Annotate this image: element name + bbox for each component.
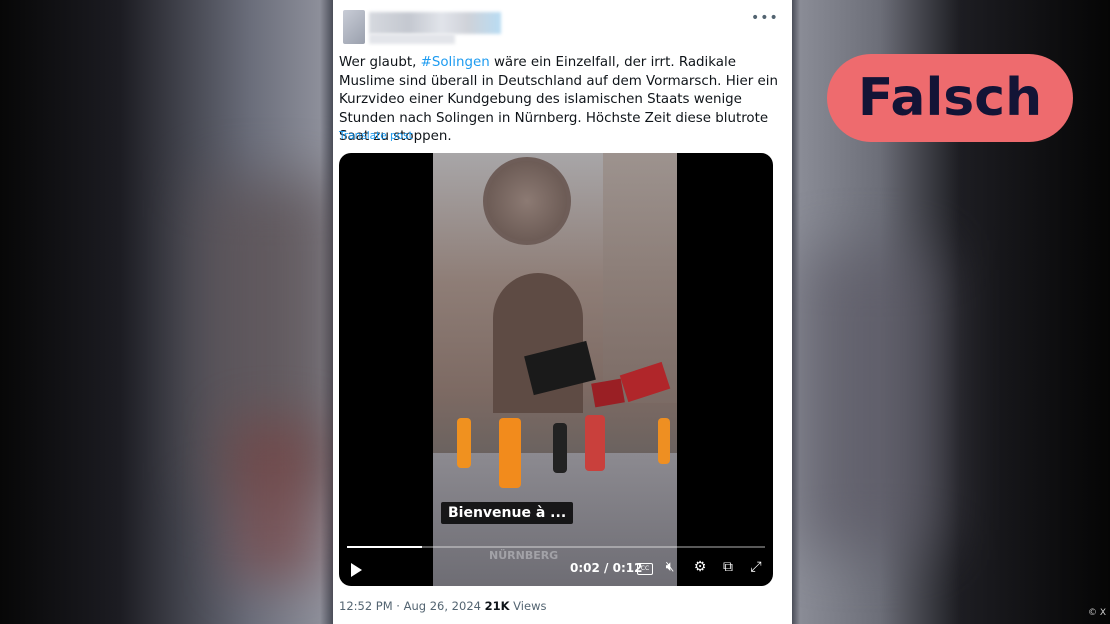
- author-name-redacted: [369, 12, 501, 34]
- author-handle-redacted: [369, 34, 455, 44]
- mute-icon[interactable]: 🔇︎: [661, 559, 679, 575]
- pip-icon[interactable]: ⧉: [719, 559, 737, 575]
- post-card: ••• Wer glaubt, #Solingen wäre ein Einze…: [333, 0, 792, 624]
- credit-label: © X: [1088, 608, 1107, 618]
- post-time[interactable]: 12:52 PM: [339, 599, 393, 613]
- post-meta: 12:52 PM · Aug 26, 2024 21K Views: [339, 599, 547, 613]
- video-controls: 0:02 / 0:12 CC 🔇︎ ⚙︎ ⧉ ⤢: [339, 557, 773, 581]
- video-time: 0:02 / 0:12: [570, 561, 643, 575]
- play-icon[interactable]: [351, 563, 362, 577]
- settings-icon[interactable]: ⚙︎: [691, 559, 709, 575]
- more-options-icon[interactable]: •••: [751, 10, 779, 26]
- video-caption: Bienvenue à ...: [441, 502, 574, 524]
- verdict-badge: Falsch: [827, 54, 1073, 142]
- progress-fill: [347, 546, 423, 548]
- hashtag-link[interactable]: #Solingen: [421, 55, 490, 70]
- post-date[interactable]: Aug 26, 2024: [404, 599, 481, 613]
- progress-bar[interactable]: [347, 546, 765, 548]
- views-count: 21K: [484, 599, 510, 613]
- rose-window: [483, 157, 571, 245]
- fullscreen-icon[interactable]: ⤢: [747, 559, 765, 575]
- video-player[interactable]: Bienvenue à ... NÜRNBERG 0:02 / 0:12 CC …: [339, 153, 773, 586]
- avatar[interactable]: [343, 10, 365, 44]
- captions-icon[interactable]: CC: [637, 563, 653, 575]
- translate-post-link[interactable]: Translate post: [339, 130, 413, 142]
